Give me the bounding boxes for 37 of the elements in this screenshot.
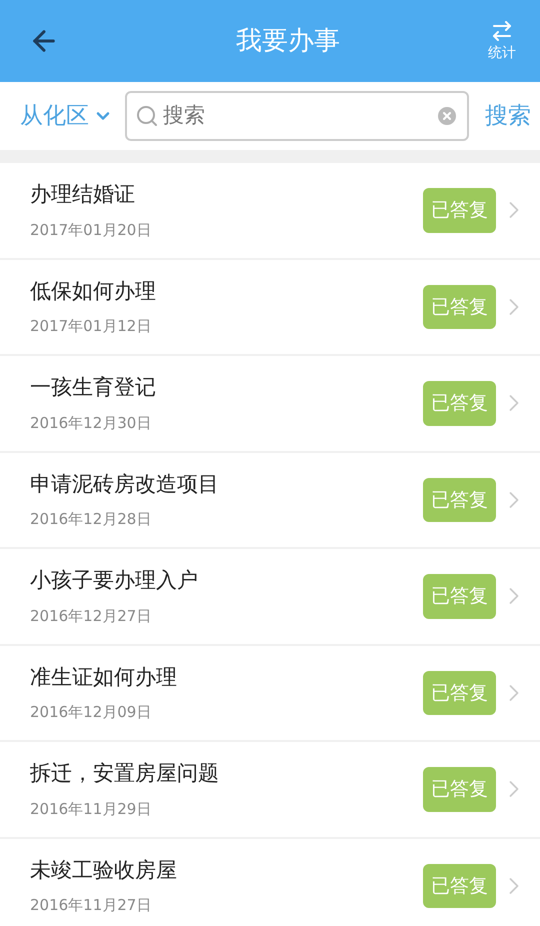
item-title: 拆迁，安置房屋问题 (30, 760, 220, 788)
status-badge: 已答复 (423, 670, 496, 715)
item-title: 办理结婚证 (30, 181, 136, 208)
item-title: 申请泥砖房改造项目 (30, 470, 220, 498)
status-badge: 已答复 (423, 478, 496, 522)
item-title: 未竣工验收房屋 (30, 856, 178, 884)
list-item[interactable]: 拆迁，安置房屋问题 2016年11月29日 已答复 (0, 742, 540, 836)
status-badge: 已答复 (423, 767, 496, 812)
item-title: 低保如何办理 (30, 278, 157, 305)
item-date: 2016年12月27日 (30, 606, 152, 627)
page-title: 我要办事 (236, 24, 340, 58)
list-item[interactable]: 一孩生育登记 2016年12月30日 已答复 (0, 356, 540, 450)
item-title: 一孩生育登记 (30, 374, 157, 402)
list-item[interactable]: 办理结婚证 2017年01月20日 已答复 (0, 163, 540, 258)
list-item[interactable]: 未竣工验收房屋 2016年11月27日 已答复 (0, 838, 540, 926)
list-item[interactable]: 低保如何办理 2017年01月12日 已答复 (0, 260, 540, 354)
status-badge: 已答复 (423, 574, 496, 618)
item-date: 2017年01月12日 (30, 316, 152, 338)
item-date: 2016年12月09日 (30, 702, 152, 724)
item-date: 2016年12月28日 (30, 509, 152, 530)
item-title: 小孩子要办理入户 (30, 567, 199, 594)
list-item[interactable]: 小孩子要办理入户 2016年12月27日 已答复 (0, 549, 540, 644)
status-badge: 已答复 (423, 864, 496, 908)
item-date: 2016年11月29日 (30, 798, 152, 820)
list-item[interactable]: 准生证如何办理 2016年12月09日 已答复 (0, 646, 540, 740)
swap-arrows-icon (490, 18, 514, 42)
status-badge: 已答复 (423, 188, 496, 232)
status-badge: 已答复 (423, 381, 496, 426)
item-date: 2016年11月27日 (30, 895, 152, 916)
search-field[interactable]: 搜索 (125, 91, 469, 141)
item-date: 2016年12月30日 (30, 412, 152, 434)
status-badge: 已答复 (423, 284, 496, 329)
search-icon (135, 104, 159, 128)
item-date: 2017年01月20日 (30, 220, 152, 241)
search-input[interactable]: 搜索 (163, 100, 431, 132)
list-item[interactable]: 申请泥砖房改造项目 2016年12月28日 已答复 (0, 452, 540, 547)
item-title: 准生证如何办理 (30, 664, 178, 691)
